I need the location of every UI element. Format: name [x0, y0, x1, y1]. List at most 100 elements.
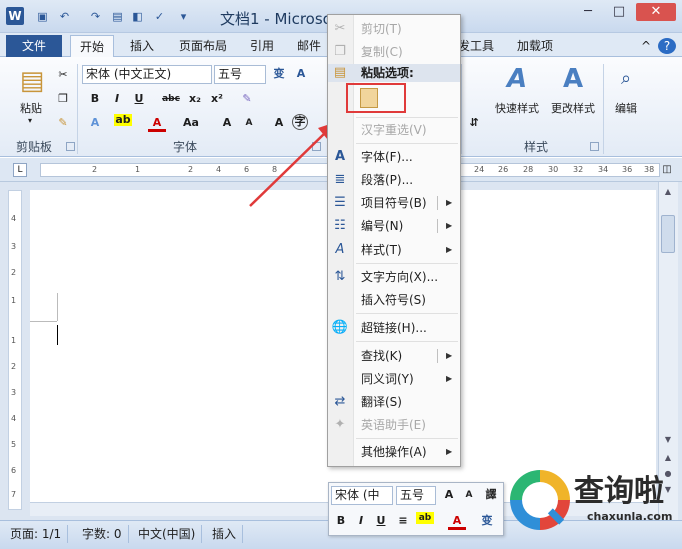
mini-underline-button[interactable]: U: [372, 512, 390, 530]
menu-item-font[interactable]: 字体(F)...: [356, 146, 459, 168]
ruler-number: 1: [135, 165, 141, 174]
menu-item-styles[interactable]: 样式(T): [356, 239, 459, 261]
phonetic-guide-icon[interactable]: 变: [270, 65, 288, 83]
mini-italic-button[interactable]: I: [352, 512, 370, 530]
ruler-number: 6: [11, 466, 17, 475]
open-icon[interactable]: ▤: [110, 9, 125, 24]
change-styles-icon[interactable]: A: [558, 64, 588, 94]
styles-launcher-icon[interactable]: [590, 142, 599, 151]
change-case-button[interactable]: Aa: [180, 114, 202, 132]
mini-center-button[interactable]: ≡: [394, 512, 412, 530]
enclose-characters-icon[interactable]: 字: [292, 114, 308, 130]
menu-item-english-assistant[interactable]: 英语助手(E): [356, 414, 459, 436]
scrollbar-thumb[interactable]: [661, 215, 675, 253]
mini-shrink-font-button[interactable]: A: [460, 486, 478, 504]
menu-item-cut[interactable]: 剪切(T): [356, 18, 459, 40]
menu-item-hyperlink[interactable]: 超链接(H)...: [356, 317, 459, 339]
mini-font-color-button[interactable]: A: [448, 512, 466, 530]
shrink-font-button[interactable]: A: [240, 114, 258, 132]
paste-dropdown-icon[interactable]: ▾: [24, 116, 36, 125]
close-button[interactable]: ✕: [636, 3, 676, 21]
grow-font-button[interactable]: A: [218, 114, 236, 132]
customize-icon[interactable]: ▾: [176, 9, 191, 24]
tab-references[interactable]: 引用: [242, 35, 282, 57]
tab-mailings[interactable]: 邮件: [292, 35, 326, 57]
menu-item-more-actions[interactable]: 其他操作(A): [356, 441, 459, 463]
editing-button[interactable]: 编辑: [608, 100, 644, 116]
tab-page-layout[interactable]: 页面布局: [170, 35, 236, 57]
menu-item-translate[interactable]: 翻译(S): [356, 391, 459, 413]
undo-icon[interactable]: ↶: [57, 9, 72, 24]
font-name-combo[interactable]: 宋体 (中文正文): [82, 65, 212, 84]
copy-icon[interactable]: ❐: [54, 90, 72, 108]
minimize-button[interactable]: ─: [573, 3, 603, 21]
previous-page-icon[interactable]: ▲: [662, 452, 674, 464]
menu-item-copy[interactable]: 复制(C): [356, 41, 459, 63]
character-shading-icon[interactable]: A: [270, 114, 288, 132]
find-icon[interactable]: ⌕: [612, 64, 640, 94]
scroll-up-icon[interactable]: ▲: [662, 186, 674, 198]
print-preview-icon[interactable]: ◧: [130, 9, 145, 24]
mini-font-size-combo[interactable]: 五号: [396, 486, 436, 505]
tab-developer[interactable]: 发工具: [456, 35, 496, 57]
language-status[interactable]: 中文(中国): [132, 525, 203, 543]
mini-font-name-combo[interactable]: 宋体 (中: [331, 486, 393, 505]
tab-selector-icon[interactable]: L: [13, 163, 27, 177]
menu-item-lookup[interactable]: 查找(K): [356, 345, 459, 367]
page-count-status[interactable]: 页面: 1/1: [4, 525, 69, 543]
italic-button[interactable]: I: [108, 90, 126, 108]
margin-marker: [57, 293, 58, 321]
spellcheck-icon[interactable]: ✓: [152, 9, 167, 24]
maximize-button[interactable]: □: [604, 3, 634, 21]
mini-traditional-button[interactable]: 譯: [482, 486, 500, 504]
tab-file[interactable]: 文件: [6, 35, 62, 57]
word-count-status[interactable]: 字数: 0: [76, 525, 129, 543]
mini-phonetic-button[interactable]: 变: [478, 512, 496, 530]
tab-addins[interactable]: 加载项: [510, 35, 560, 57]
tab-home[interactable]: 开始: [70, 35, 114, 58]
menu-item-insert-symbol[interactable]: 插入符号(S): [356, 289, 459, 311]
bold-button[interactable]: B: [86, 90, 104, 108]
text-effects-button[interactable]: A: [86, 114, 104, 132]
highlight-color-icon[interactable]: ab: [114, 114, 132, 126]
change-styles-button[interactable]: 更改样式: [546, 100, 600, 116]
view-ruler-icon[interactable]: ◫: [658, 161, 676, 179]
mini-highlight-button[interactable]: ab: [416, 512, 434, 524]
ruler-number: 24: [474, 165, 485, 174]
scroll-down-icon[interactable]: ▼: [662, 434, 674, 446]
paste-icon[interactable]: ▤: [18, 66, 46, 96]
font-size-combo[interactable]: 五号: [214, 65, 266, 84]
quick-styles-icon[interactable]: A: [502, 64, 532, 94]
mini-grow-font-button[interactable]: A: [440, 486, 458, 504]
cut-icon[interactable]: ✂: [54, 66, 72, 84]
sort-icon[interactable]: ⇵: [465, 114, 483, 132]
menu-item-synonyms[interactable]: 同义词(Y): [356, 368, 459, 390]
menu-item-bullets[interactable]: 项目符号(B): [356, 192, 459, 214]
underline-button[interactable]: U: [130, 90, 148, 108]
vertical-ruler[interactable]: [8, 190, 22, 510]
subscript-button[interactable]: x₂: [186, 90, 204, 108]
menu-item-reconvert[interactable]: 汉字重选(V): [356, 119, 459, 141]
insert-mode-status[interactable]: 插入: [206, 525, 244, 543]
format-painter-icon[interactable]: ✎: [54, 114, 72, 132]
redo-icon[interactable]: ↷: [88, 9, 103, 24]
superscript-button[interactable]: x²: [208, 90, 226, 108]
help-icon[interactable]: ?: [658, 38, 676, 54]
tab-insert[interactable]: 插入: [122, 35, 162, 57]
font-launcher-icon[interactable]: [312, 142, 321, 151]
menu-item-paragraph[interactable]: 段落(P)...: [356, 169, 459, 191]
character-border-icon[interactable]: A: [292, 65, 310, 83]
menu-item-numbering[interactable]: 编号(N): [356, 215, 459, 237]
paste-button[interactable]: 粘贴: [14, 100, 48, 116]
font-color-button[interactable]: A: [148, 114, 166, 132]
quick-styles-button[interactable]: 快速样式: [490, 100, 544, 116]
ruler-number: 2: [11, 268, 17, 277]
strikethrough-button[interactable]: abc: [160, 90, 182, 108]
menu-item-text-direction[interactable]: 文字方向(X)...: [356, 266, 459, 288]
clear-format-icon[interactable]: ✎: [238, 90, 256, 108]
mini-bold-button[interactable]: B: [332, 512, 350, 530]
word-logo-icon[interactable]: W: [6, 7, 24, 25]
save-icon[interactable]: ▣: [35, 9, 50, 24]
clipboard-launcher-icon[interactable]: [66, 142, 75, 151]
ribbon-collapse-icon[interactable]: ^: [638, 35, 654, 57]
